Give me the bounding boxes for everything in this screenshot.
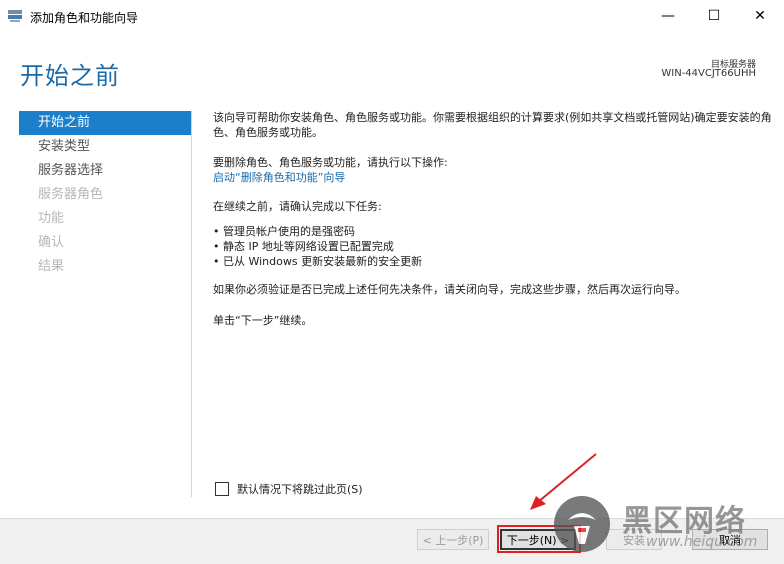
watermark-logo-icon bbox=[554, 496, 610, 552]
continue-note: 单击“下一步”继续。 bbox=[213, 314, 313, 327]
watermark: 黑区网络 www.heiqu.com bbox=[552, 492, 782, 560]
task-list: 管理员帐户使用的是强密码 静态 IP 地址等网络设置已配置完成 已从 Windo… bbox=[213, 224, 773, 269]
list-item: 已从 Windows 更新安装最新的安全更新 bbox=[213, 254, 773, 269]
minimize-icon: — bbox=[661, 8, 675, 24]
previous-button[interactable]: < 上一步(P) bbox=[417, 529, 489, 550]
server-manager-icon bbox=[8, 10, 22, 22]
intro-text: 该向导可帮助你安装角色、角色服务或功能。你需要根据组织的计算要求(例如共享文档或… bbox=[213, 111, 772, 139]
sidebar-item-results: 结果 bbox=[38, 259, 65, 274]
sidebar-item-server-roles: 服务器角色 bbox=[38, 187, 104, 202]
minimize-button[interactable]: — bbox=[645, 0, 691, 32]
maximize-icon: ☐ bbox=[707, 8, 721, 24]
sidebar-item-server-selection[interactable]: 服务器选择 bbox=[19, 159, 191, 183]
title-bar: 添加角色和功能向导 — ☐ ✕ bbox=[0, 0, 784, 32]
page-title: 开始之前 bbox=[20, 62, 120, 90]
main-content: 该向导可帮助你安装角色、角色服务或功能。你需要根据组织的计算要求(例如共享文档或… bbox=[213, 110, 773, 328]
skip-page-label[interactable]: 默认情况下将跳过此页(S) bbox=[237, 481, 363, 497]
close-icon: ✕ bbox=[754, 8, 766, 24]
confirm-prompt: 在继续之前，请确认完成以下任务: bbox=[213, 200, 382, 213]
watermark-url: www.heiqu.com bbox=[646, 534, 758, 550]
maximize-button[interactable]: ☐ bbox=[691, 0, 737, 32]
sidebar-item-installation-type[interactable]: 安装类型 bbox=[19, 135, 191, 159]
list-item: 静态 IP 地址等网络设置已配置完成 bbox=[213, 239, 773, 254]
destination-server-name: WIN-44VCJT66UHH bbox=[661, 68, 756, 79]
close-button[interactable]: ✕ bbox=[737, 0, 783, 32]
remove-prompt: 要删除角色、角色服务或功能，请执行以下操作: bbox=[213, 156, 448, 169]
prerequisite-note: 如果你必须验证是否已完成上述任何先决条件，请关闭向导，完成这些步骤，然后再次运行… bbox=[213, 283, 686, 296]
list-item: 管理员帐户使用的是强密码 bbox=[213, 224, 773, 239]
wizard-steps-sidebar: 开始之前 安装类型 服务器选择 服务器角色 功能 确认 结果 bbox=[19, 111, 192, 497]
remove-roles-link[interactable]: 启动“删除角色和功能”向导 bbox=[213, 171, 345, 184]
sidebar-item-before-you-begin[interactable]: 开始之前 bbox=[19, 111, 191, 135]
sidebar-item-features: 功能 bbox=[38, 211, 65, 226]
window-title: 添加角色和功能向导 bbox=[30, 11, 139, 25]
skip-page-checkbox[interactable] bbox=[215, 482, 229, 496]
sidebar-item-confirmation: 确认 bbox=[38, 235, 65, 250]
